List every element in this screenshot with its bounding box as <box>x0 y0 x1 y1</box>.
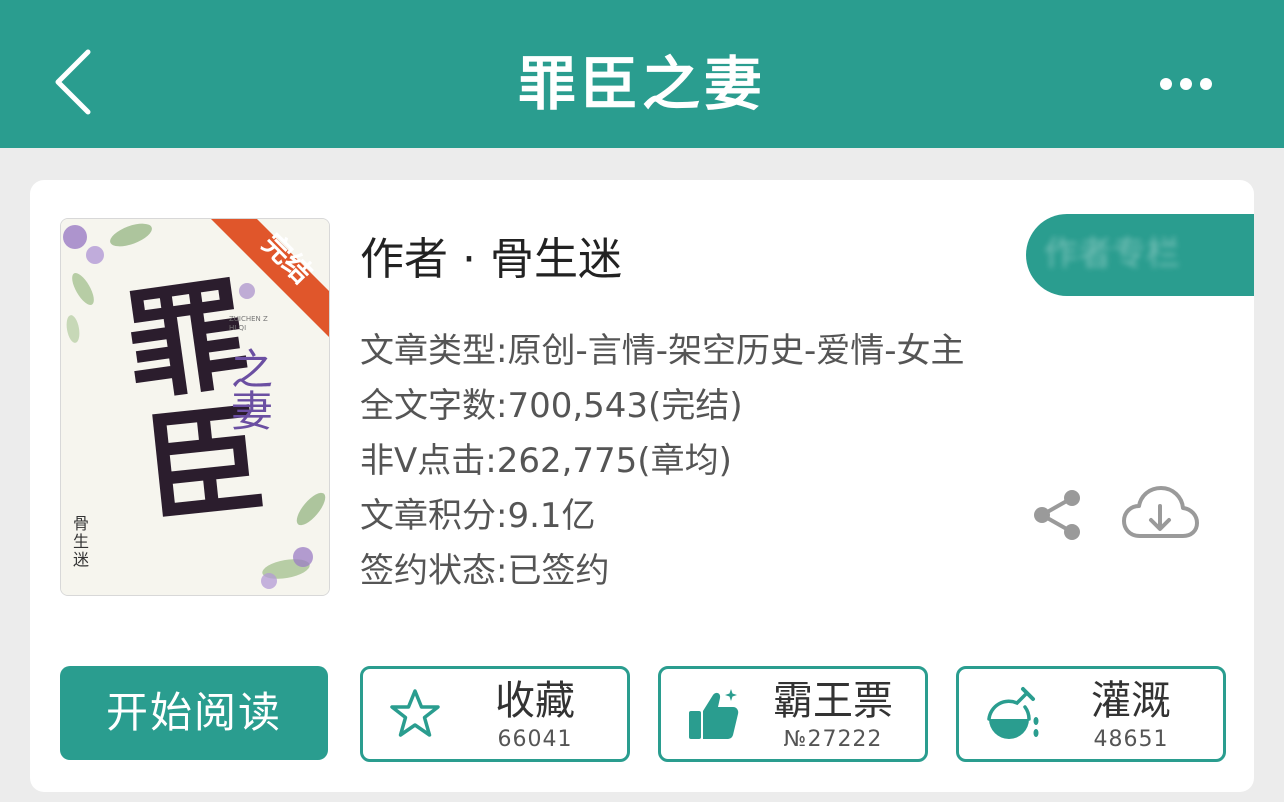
more-button[interactable] <box>1150 62 1224 106</box>
flask-pour-icon <box>987 687 1039 739</box>
cover-pinyin: ZUICHEN ZHI QI <box>229 315 268 332</box>
meta-genre: 文章类型:原创-言情-架空历史-爱情-女主 <box>360 331 965 371</box>
share-icon <box>1034 490 1080 540</box>
share-button[interactable] <box>1030 486 1084 544</box>
nutrient-count: 48651 <box>1093 727 1169 752</box>
book-info-card: 完结 罪 臣 之 妻 ZUICHEN ZHI QI 骨生迷 作者 · 骨生迷 文… <box>30 180 1254 792</box>
author-column-button[interactable]: 作者专栏 <box>1026 214 1254 296</box>
cloud-download-icon <box>1122 486 1199 538</box>
meta-score: 文章积分:9.1亿 <box>360 496 596 536</box>
vote-label: 霸王票 <box>773 678 893 724</box>
author-column-label: 作者专栏 <box>1044 234 1180 274</box>
vote-count: №27222 <box>783 727 883 752</box>
author-line[interactable]: 作者 · 骨生迷 <box>360 230 622 290</box>
more-dots-icon <box>1160 78 1212 90</box>
nutrient-label: 灌溉 <box>1091 678 1171 724</box>
star-icon <box>390 689 440 737</box>
download-button[interactable] <box>1120 480 1200 546</box>
nutrient-button[interactable]: 灌溉 48651 <box>956 666 1226 762</box>
meta-contract-status: 签约状态:已签约 <box>360 551 610 591</box>
favorite-count: 66041 <box>497 727 573 752</box>
start-reading-button[interactable]: 开始阅读 <box>60 666 328 760</box>
cover-author: 骨生迷 <box>73 514 90 569</box>
meta-word-count: 全文字数:700,543(完结) <box>360 386 743 426</box>
book-cover[interactable]: 完结 罪 臣 之 妻 ZUICHEN ZHI QI 骨生迷 <box>60 218 330 596</box>
thumbs-up-icon <box>689 689 739 739</box>
book-meta: 文章类型:原创-言情-架空历史-爱情-女主 全文字数:700,543(完结) 非… <box>360 324 965 599</box>
cover-subtitle-char-2: 妻 <box>231 387 274 436</box>
page-title: 罪臣之妻 <box>517 50 766 118</box>
favorite-label: 收藏 <box>495 678 575 724</box>
vote-button[interactable]: 霸王票 №27222 <box>658 666 928 762</box>
favorite-button[interactable]: 收藏 66041 <box>360 666 630 762</box>
top-nav-bar: 罪臣之妻 <box>0 0 1284 148</box>
meta-clicks: 非V点击:262,775(章均) <box>360 441 732 481</box>
